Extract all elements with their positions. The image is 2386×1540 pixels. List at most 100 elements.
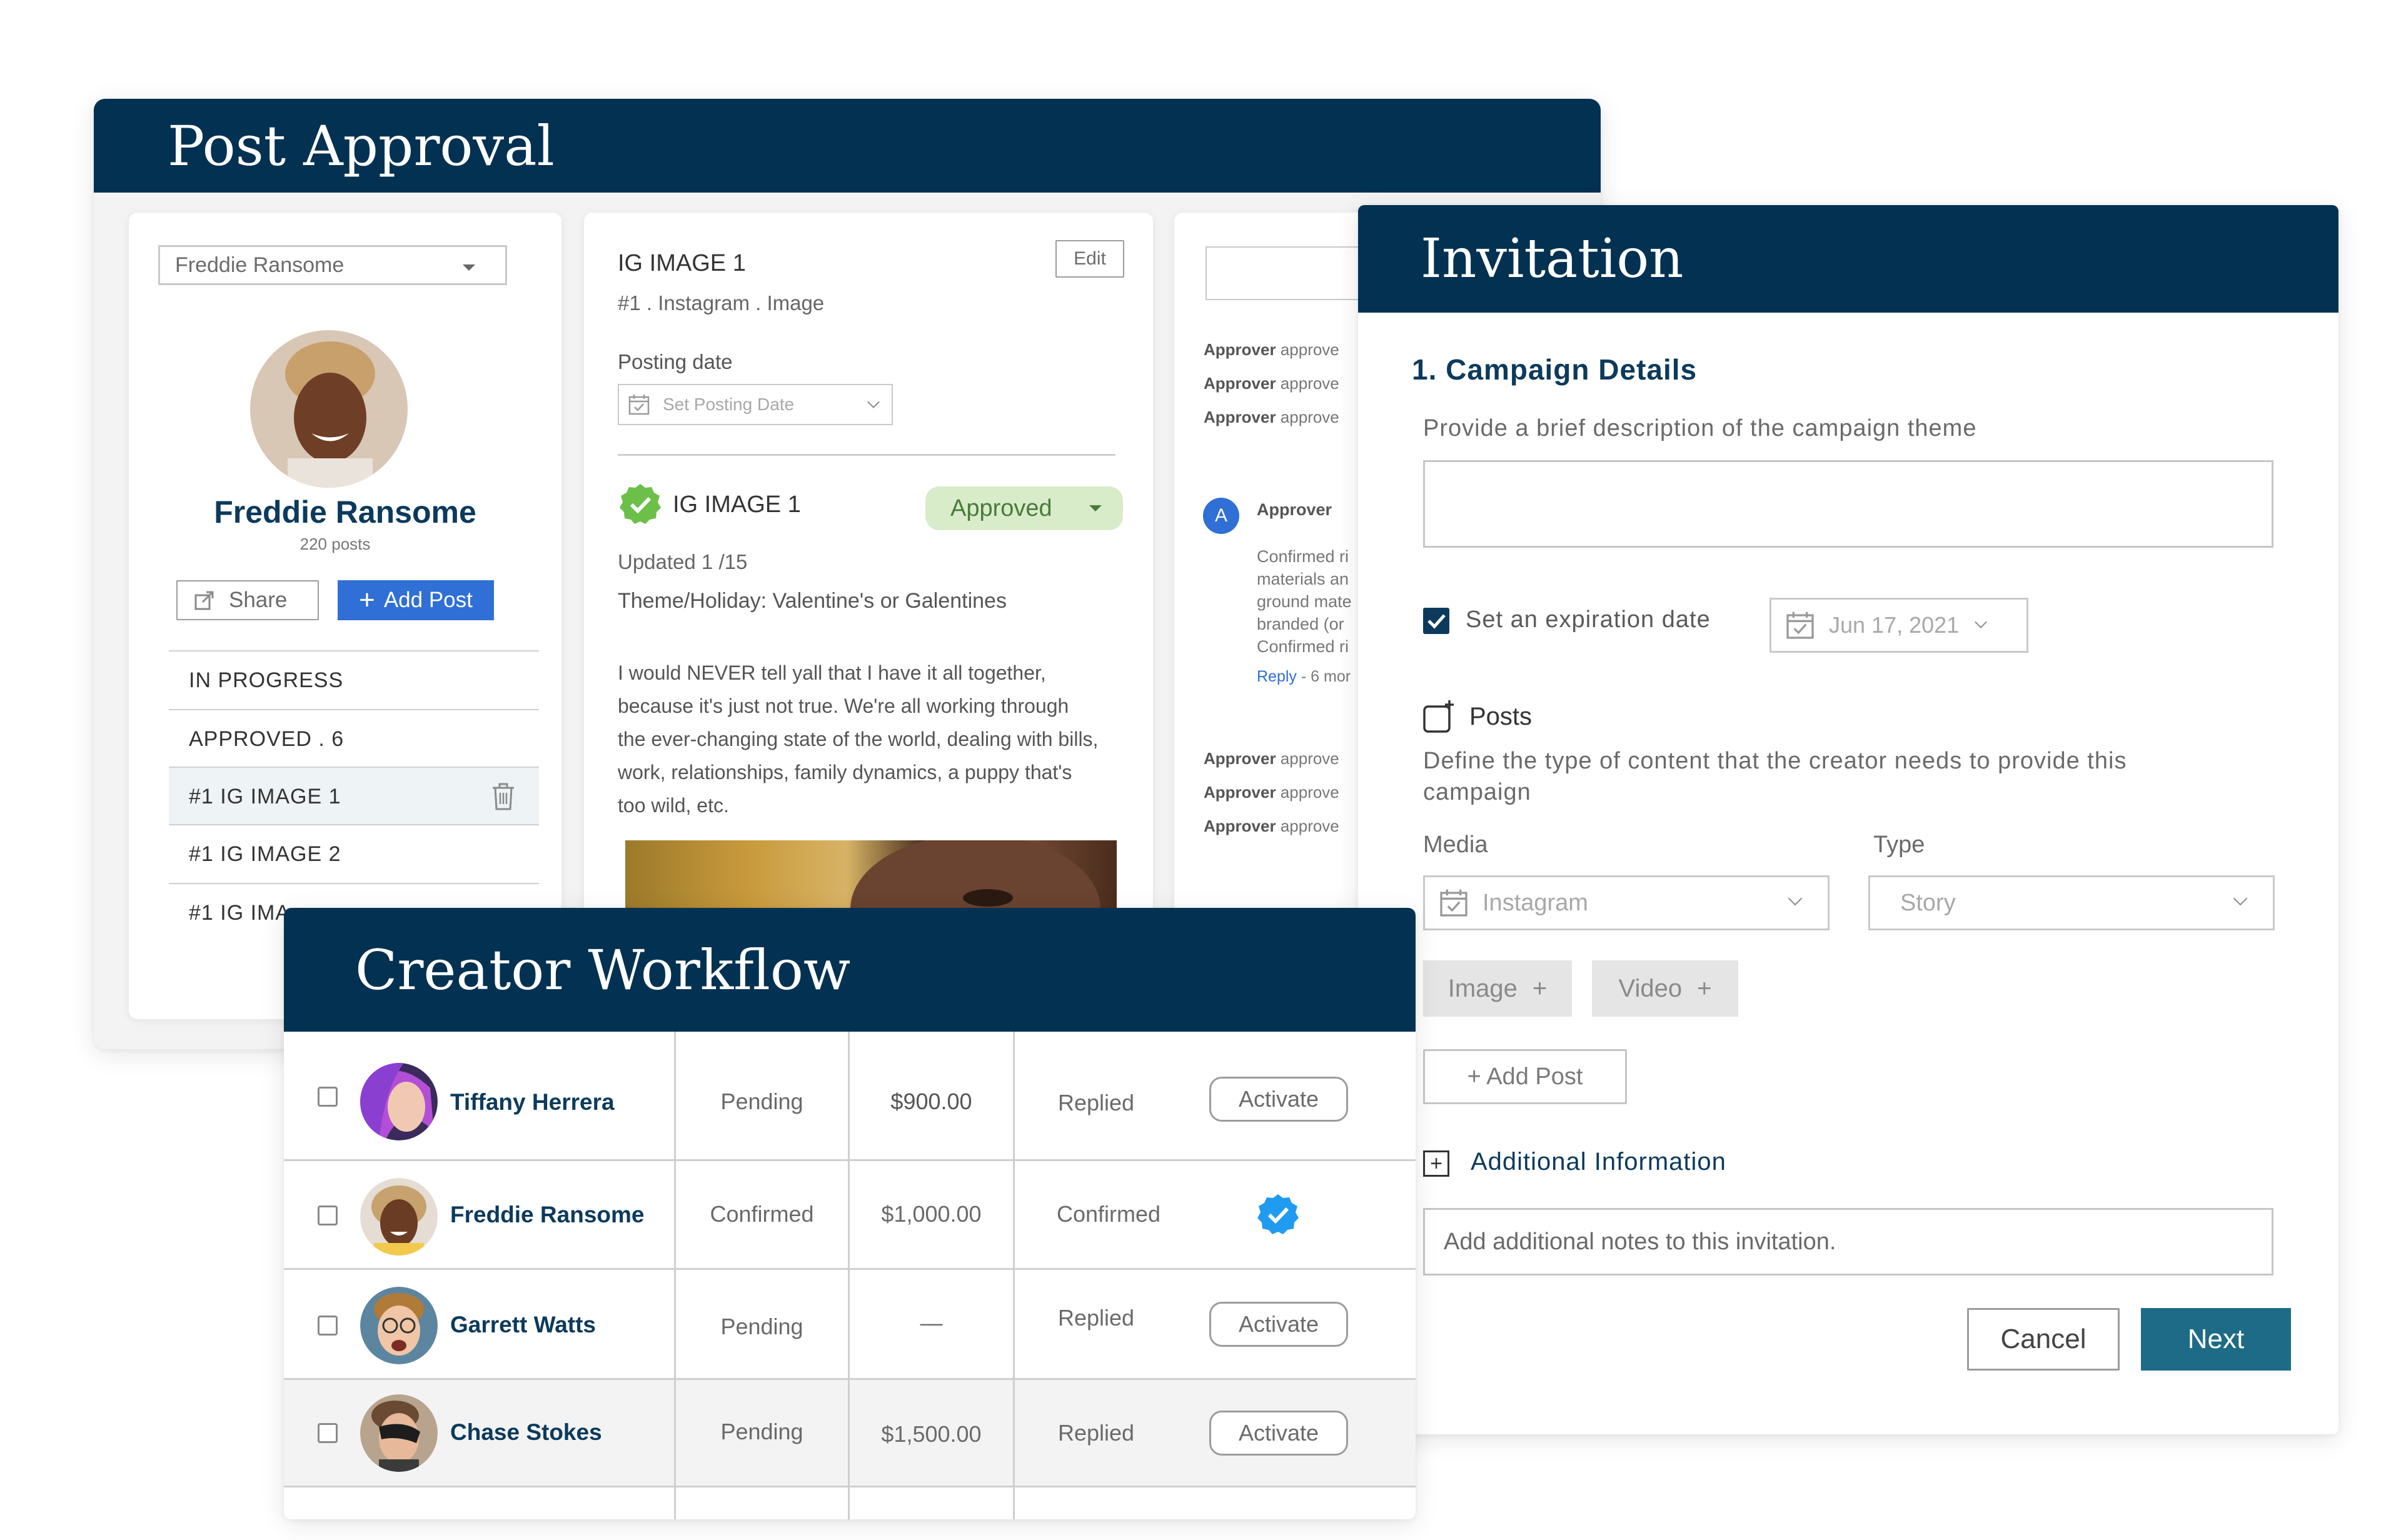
video-button-label: Video [1618, 974, 1683, 1002]
status-cell: Pending [720, 1314, 803, 1339]
row-checkbox[interactable] [318, 1423, 338, 1443]
profile-name: Freddie Ransome [214, 495, 476, 530]
list-item-label: #1 IG IMAGE 2 [189, 842, 341, 866]
expiration-date-value: Jun 17, 2021 [1829, 612, 1960, 638]
media-value: Instagram [1482, 889, 1588, 916]
row-checkbox[interactable] [318, 1205, 338, 1225]
expiration-date-picker[interactable]: Jun 17, 2021 [1769, 598, 2028, 653]
checkmark-icon [1427, 614, 1446, 629]
profile-post-count: 220 posts [300, 535, 371, 553]
approval-log-2: Approver approve [1204, 374, 1339, 393]
campaign-description-input[interactable] [1423, 460, 2273, 548]
row-divider [284, 1159, 1416, 1161]
post-subtitle: #1 . Instagram . Image [618, 291, 825, 315]
post-approval-title: Post Approval [168, 113, 555, 178]
section-label: IN PROGRESS [189, 668, 344, 692]
creator-name[interactable]: Chase Stokes [450, 1419, 602, 1446]
amount-cell: $900.00 [890, 1089, 972, 1114]
calendar-icon [628, 395, 650, 415]
video-button[interactable]: Video + [1592, 960, 1738, 1017]
row-checkbox[interactable] [318, 1087, 338, 1107]
response-cell: Confirmed [1056, 1201, 1161, 1227]
additional-notes-input[interactable]: Add additional notes to this invitation. [1423, 1208, 2273, 1276]
share-icon [194, 591, 214, 610]
approved-check-icon [620, 484, 661, 524]
chevron-down-icon [1975, 616, 1988, 628]
amount-cell: $1,500.00 [881, 1421, 982, 1447]
column-divider [674, 1380, 676, 1519]
comment-body: Confirmed ri materials an ground mate br… [1257, 547, 1352, 656]
row-checkbox[interactable] [318, 1316, 338, 1336]
verified-badge-icon [1257, 1194, 1299, 1234]
status-cell: Confirmed [710, 1201, 814, 1227]
list-item-label: #1 IG IMAGE 1 [189, 784, 341, 808]
activate-button[interactable]: Activate [1209, 1302, 1348, 1347]
plus-icon: + [1532, 974, 1548, 1002]
list-item-ig-image-2[interactable]: #1 IG IMAGE 2 [169, 825, 539, 883]
status-cell: Pending [720, 1089, 803, 1114]
post-updated: Updated 1 /15 [618, 550, 748, 573]
add-post-button[interactable]: + Add Post [338, 580, 494, 620]
profile-avatar [250, 330, 408, 488]
plus-icon: + [1697, 974, 1712, 1002]
approved-item-title: IG IMAGE 1 [673, 491, 801, 518]
section-in-progress[interactable]: IN PROGRESS [169, 652, 539, 709]
calendar-icon [1786, 611, 1814, 639]
posting-date-picker[interactable]: Set Posting Date [618, 384, 893, 425]
list-item-ig-image-1[interactable]: #1 IG IMAGE 1 [169, 768, 539, 825]
notes-placeholder: Add additional notes to this invitation. [1444, 1228, 1836, 1255]
trash-icon[interactable] [490, 782, 516, 812]
approval-log-1: Approver approve [1204, 340, 1339, 359]
approval-log-5: Approver approve [1204, 783, 1339, 802]
next-button[interactable]: Next [2141, 1308, 2291, 1371]
media-label: Media [1423, 832, 1488, 858]
add-post-label: + Add Post [1467, 1063, 1583, 1090]
creator-select[interactable]: Freddie Ransome [158, 245, 507, 285]
chevron-down-icon [2233, 891, 2248, 906]
creator-name[interactable]: Tiffany Herrera [450, 1089, 615, 1115]
plus-icon: + [359, 585, 375, 615]
post-title: IG IMAGE 1 [618, 250, 746, 276]
creator-name[interactable]: Garrett Watts [450, 1312, 596, 1338]
section-approved[interactable]: APPROVED . 6 [169, 710, 539, 768]
campaign-details-title: 1. Campaign Details [1412, 353, 1698, 386]
avatar [360, 1287, 438, 1364]
row-divider [284, 1268, 1416, 1270]
comment-author: Approver [1257, 500, 1332, 519]
approval-log-4: Approver approve [1204, 749, 1339, 768]
media-select[interactable]: Instagram [1423, 875, 1830, 930]
additional-info-label[interactable]: Additional Information [1471, 1148, 1726, 1176]
activate-button[interactable]: Activate [1209, 1411, 1348, 1456]
cancel-button[interactable]: Cancel [1967, 1308, 2120, 1371]
posts-help: Define the type of content that the crea… [1423, 748, 2127, 805]
share-button[interactable]: Share [176, 580, 319, 620]
list-item-label: #1 IG IMA [189, 900, 291, 925]
row-divider [284, 1486, 1416, 1487]
expiration-checkbox[interactable] [1423, 608, 1449, 634]
creator-workflow-title: Creator Workflow [355, 937, 851, 1002]
activate-button[interactable]: Activate [1209, 1077, 1348, 1122]
type-select[interactable]: Story [1868, 875, 2275, 930]
avatar [360, 1394, 438, 1472]
reply-link[interactable]: Reply [1257, 668, 1297, 685]
image-button[interactable]: Image + [1423, 960, 1572, 1017]
comment-reply: Reply - 6 mor [1257, 668, 1351, 686]
edit-label: Edit [1074, 248, 1106, 269]
approval-log-6: Approver approve [1204, 817, 1339, 835]
creator-name[interactable]: Freddie Ransome [450, 1202, 644, 1228]
share-label: Share [229, 588, 288, 612]
expiration-label: Set an expiration date [1466, 606, 1711, 633]
add-post-icon [1423, 700, 1454, 733]
invitation-add-post-button[interactable]: + Add Post [1423, 1049, 1627, 1104]
expand-plus-icon[interactable]: + [1423, 1150, 1449, 1177]
caret-down-icon [463, 264, 475, 271]
status-cell: Pending [720, 1419, 803, 1444]
status-label: Approved [950, 495, 1052, 521]
creator-select-value: Freddie Ransome [175, 253, 345, 277]
chevron-down-icon [867, 396, 880, 408]
response-cell: Replied [1057, 1090, 1135, 1115]
response-cell: Replied [1057, 1305, 1135, 1331]
edit-button[interactable]: Edit [1055, 240, 1124, 278]
status-dropdown[interactable]: Approved [925, 486, 1123, 530]
post-theme: Theme/Holiday: Valentine's or Galentines [618, 589, 1007, 613]
